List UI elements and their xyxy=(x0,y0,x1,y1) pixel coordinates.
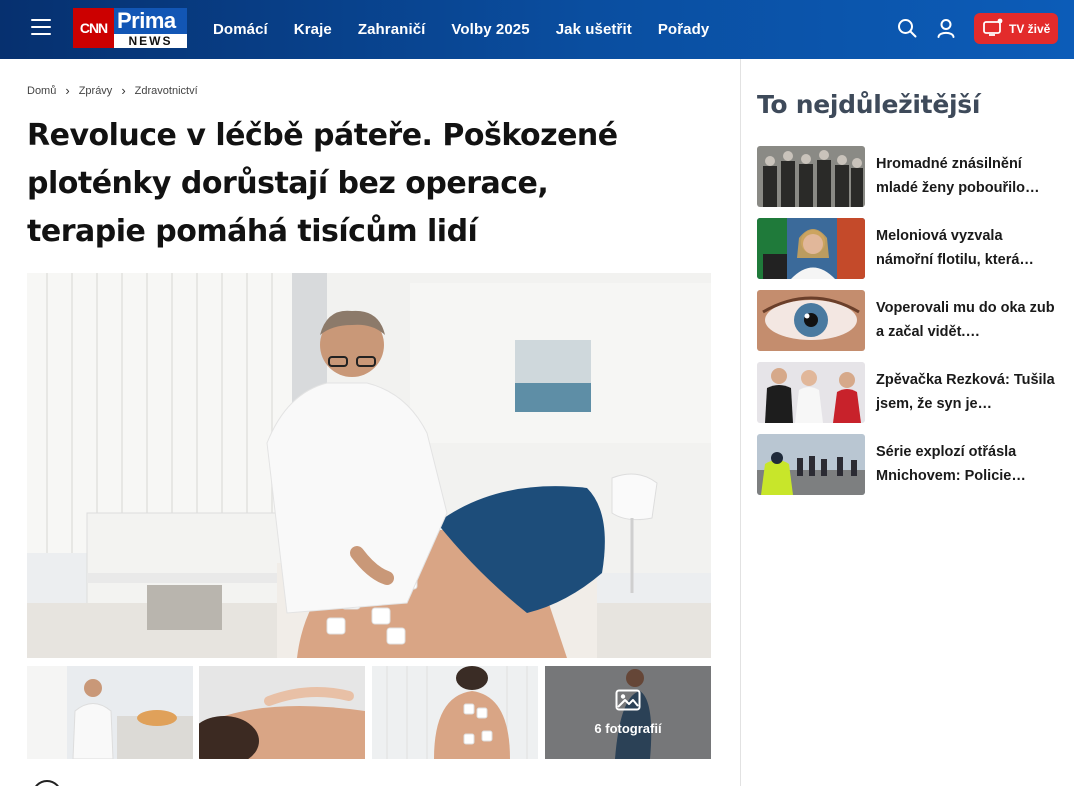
author-avatar[interactable] xyxy=(32,780,62,786)
gallery-overlay: 6 fotografií xyxy=(545,666,711,759)
sidebar-item-text: Meloniová vyzvala námořní flotilu, která… xyxy=(876,228,1034,268)
tv-live-label: TV živě xyxy=(1009,21,1051,36)
search-icon[interactable] xyxy=(896,17,918,39)
sidebar-thumb-3 xyxy=(757,290,865,351)
sidebar-thumb-5 xyxy=(757,434,865,495)
sidebar-item-5[interactable]: Série explozí otřásla Mnichovem: Policie… xyxy=(757,434,1057,495)
breadcrumb-zdravotnictvi[interactable]: Zdravotnictví xyxy=(135,85,198,97)
gallery-count: 6 fotografií xyxy=(594,721,662,736)
image-icon xyxy=(615,689,641,715)
chevron-right-icon: › xyxy=(65,83,70,98)
sidebar-item-text: Série explozí otřásla Mnichovem: Policie… xyxy=(876,444,1026,484)
nav-item-kraje[interactable]: Kraje xyxy=(294,21,332,38)
logo-prima: Prima xyxy=(114,8,187,34)
gallery-thumb-more[interactable]: 6 fotografií xyxy=(545,666,711,759)
sidebar-thumb-1 xyxy=(757,146,865,207)
sidebar-title: To nejdůležitější xyxy=(757,90,981,119)
breadcrumb-zpravy[interactable]: Zprávy xyxy=(79,85,113,97)
sidebar-thumb-2 xyxy=(757,218,865,279)
chevron-right-icon: › xyxy=(121,83,126,98)
top-header: CNN Prima NEWS Domácí Kraje Zahraničí Vo… xyxy=(0,0,1074,59)
logo-cnn: CNN xyxy=(73,8,114,48)
tv-icon xyxy=(983,18,1003,40)
article-title: Revoluce v léčbě páteře. Poškozené ploté… xyxy=(27,118,618,249)
gallery-thumb-2[interactable] xyxy=(199,666,365,759)
nav-item-jak-usetrit[interactable]: Jak ušetřit xyxy=(556,21,632,38)
sidebar-item-text: Hromadné znásilnění mladé ženy pobouřilo… xyxy=(876,156,1040,196)
site-logo[interactable]: CNN Prima NEWS xyxy=(73,8,187,48)
gallery-thumb-3[interactable] xyxy=(372,666,538,759)
nav-item-zahranici[interactable]: Zahraničí xyxy=(358,21,426,38)
sidebar-item-text: Zpěvačka Rezková: Tušila jsem, že syn je… xyxy=(876,372,1055,412)
main-nav: Domácí Kraje Zahraničí Volby 2025 Jak uš… xyxy=(213,0,735,59)
breadcrumb-home[interactable]: Domů xyxy=(27,85,56,97)
hamburger-icon[interactable] xyxy=(31,19,51,35)
user-icon[interactable] xyxy=(935,17,957,39)
sidebar-item-4[interactable]: Zpěvačka Rezková: Tušila jsem, že syn je… xyxy=(757,362,1057,423)
nav-item-volby[interactable]: Volby 2025 xyxy=(451,21,529,38)
tv-live-button[interactable]: TV živě xyxy=(974,13,1058,44)
column-divider xyxy=(740,59,741,786)
breadcrumb: Domů › Zprávy › Zdravotnictví xyxy=(27,83,198,98)
sidebar-item-1[interactable]: Hromadné znásilnění mladé ženy pobouřilo… xyxy=(757,146,1057,207)
nav-item-domaci[interactable]: Domácí xyxy=(213,21,268,38)
nav-item-porady[interactable]: Pořady xyxy=(658,21,709,38)
logo-news: NEWS xyxy=(114,34,187,48)
article-main-photo[interactable] xyxy=(27,273,711,658)
sidebar-item-text: Voperovali mu do oka zub a začal vidět.… xyxy=(876,300,1055,340)
sidebar-thumb-4 xyxy=(757,362,865,423)
gallery-thumb-1[interactable] xyxy=(27,666,193,759)
sidebar-item-3[interactable]: Voperovali mu do oka zub a začal vidět.… xyxy=(757,290,1057,351)
sidebar-item-2[interactable]: Meloniová vyzvala námořní flotilu, která… xyxy=(757,218,1057,279)
